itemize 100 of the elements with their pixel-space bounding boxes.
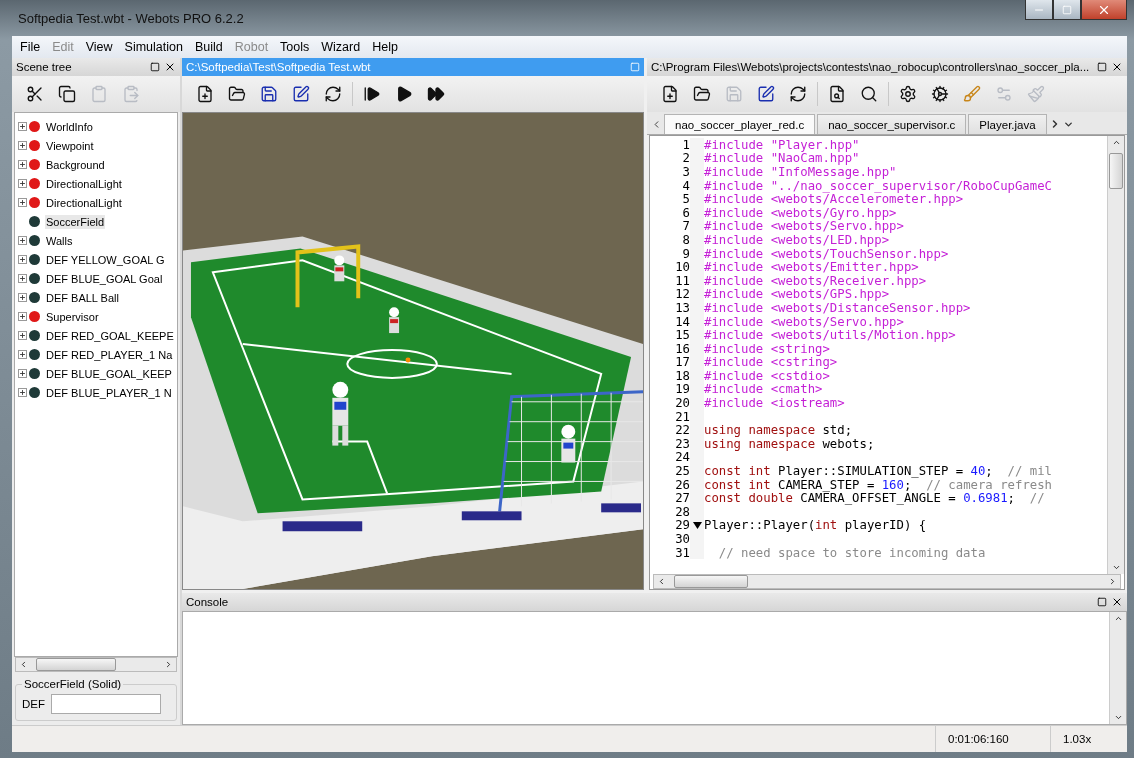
vertical-scrollbar[interactable] (1109, 612, 1126, 724)
window-title: Softpedia Test.wbt - Webots PRO 6.2.2 (18, 10, 245, 26)
expand-icon[interactable] (18, 160, 27, 169)
scroll-right-icon[interactable] (164, 660, 173, 669)
maximize-button[interactable] (1053, 0, 1081, 20)
expand-icon[interactable] (18, 179, 27, 188)
scissors-icon (26, 85, 44, 103)
scrollbar-thumb[interactable] (1109, 153, 1123, 189)
line-number: 30 (674, 532, 690, 546)
scroll-left-icon[interactable] (19, 660, 28, 669)
def-input-field[interactable] (51, 694, 161, 714)
scroll-down-icon[interactable] (1111, 563, 1121, 572)
code-line: Player::Player(int playerID) { (704, 518, 927, 533)
field-label: DEF (22, 698, 45, 710)
scrollbar-thumb[interactable] (674, 575, 748, 588)
vertical-scrollbar[interactable] (1107, 136, 1124, 574)
close-icon[interactable] (1111, 596, 1123, 608)
tree-item[interactable]: Viewpoint (45, 138, 95, 153)
float-icon[interactable] (150, 62, 160, 72)
code-line: #include <webots/Servo.hpp> (704, 219, 904, 234)
tree-item[interactable]: DirectionalLight (45, 195, 123, 210)
code-line: #include <webots/Receiver.hpp> (704, 273, 927, 288)
line-number: 21 (674, 409, 690, 424)
search-icon (860, 85, 878, 103)
refresh-icon (789, 85, 807, 103)
expand-icon[interactable] (18, 293, 27, 302)
fold-icon[interactable] (692, 521, 702, 529)
line-number: 20 (674, 396, 690, 411)
file-tab[interactable]: nao_soccer_supervisor.c (817, 114, 967, 134)
expand-icon[interactable] (18, 122, 27, 131)
save-icon (725, 85, 743, 103)
menu-item[interactable]: File (14, 40, 47, 54)
brush-icon (963, 85, 981, 103)
tree-item[interactable]: DEF RED_GOAL_KEEPE (45, 328, 175, 343)
tree-item[interactable]: DEF BLUE_PLAYER_1 N (45, 385, 173, 400)
line-number: 27 (674, 491, 690, 506)
scroll-left-icon[interactable] (657, 577, 666, 586)
code-line: #include <cstring> (704, 355, 838, 370)
file-tab[interactable]: Player.java (968, 114, 1047, 134)
play-icon (395, 85, 413, 103)
tree-item[interactable]: Walls (45, 233, 74, 248)
line-number: 22 (674, 423, 690, 438)
panel-title: Scene tree (16, 61, 73, 73)
expand-icon[interactable] (18, 141, 27, 150)
expand-icon[interactable] (18, 331, 27, 340)
close-button[interactable] (1081, 0, 1127, 20)
clipboard-arrow-icon (122, 85, 140, 103)
tree-item[interactable]: DEF BLUE_GOAL Goal (45, 271, 164, 286)
tree-item[interactable]: Supervisor (45, 309, 100, 324)
expand-icon[interactable] (18, 369, 27, 378)
file-tab[interactable]: nao_soccer_player_red.c (664, 114, 816, 134)
code-line: #include "NaoCam.hpp" (704, 151, 860, 166)
menu-item[interactable]: Tools (274, 40, 316, 54)
panel-title: C:\Softpedia\Test\Softpedia Test.wbt (186, 61, 372, 73)
menu-item[interactable]: Build (188, 40, 229, 54)
code-line: using namespace webots; (704, 436, 875, 451)
tree-item[interactable]: Background (45, 157, 106, 172)
expand-icon[interactable] (18, 198, 27, 207)
line-number: 26 (674, 477, 690, 492)
scroll-up-icon[interactable] (1111, 138, 1121, 147)
scroll-up-icon[interactable] (1113, 614, 1123, 623)
expand-icon[interactable] (18, 350, 27, 359)
expand-icon[interactable] (18, 312, 27, 321)
tree-item[interactable]: DirectionalLight (45, 176, 123, 191)
horizontal-scrollbar[interactable] (653, 574, 1121, 589)
expand-icon[interactable] (18, 255, 27, 264)
line-number: 31 (674, 545, 690, 560)
line-number: 13 (674, 300, 690, 315)
pen-square-icon (757, 85, 775, 103)
tree-item[interactable]: DEF BLUE_GOAL_KEEP (45, 366, 173, 381)
scrollbar-thumb[interactable] (36, 658, 116, 671)
pen-square-icon (292, 85, 310, 103)
code-line: #include <webots/Servo.hpp> (704, 314, 904, 329)
line-number: 10 (674, 260, 690, 275)
line-number: 17 (674, 355, 690, 370)
scroll-down-icon[interactable] (1113, 713, 1123, 722)
tree-item[interactable]: DEF BALL Ball (45, 290, 120, 305)
code-line: #include <cmath> (704, 382, 823, 397)
line-number: 23 (674, 436, 690, 451)
line-number: 12 (674, 287, 690, 302)
minimize-button[interactable] (1025, 0, 1053, 20)
scroll-right-icon[interactable] (1108, 577, 1117, 586)
close-icon[interactable] (1111, 61, 1123, 73)
float-icon[interactable] (1097, 62, 1107, 72)
tree-item[interactable]: WorldInfo (45, 119, 94, 134)
speed-factor: 1.03x (1050, 726, 1127, 752)
expand-icon[interactable] (18, 274, 27, 283)
expand-icon[interactable] (18, 388, 27, 397)
menu-item[interactable]: View (79, 40, 119, 54)
menu-item[interactable]: Simulation (118, 40, 189, 54)
menu-item[interactable]: Help (366, 40, 404, 54)
horizontal-scrollbar[interactable] (15, 657, 177, 672)
tree-item[interactable]: SoccerField (45, 214, 106, 229)
tree-item[interactable]: DEF YELLOW_GOAL G (45, 252, 166, 267)
menu-item[interactable]: Wizard (315, 40, 367, 54)
close-icon[interactable] (164, 61, 176, 73)
expand-icon[interactable] (18, 236, 27, 245)
float-icon[interactable] (1097, 597, 1107, 607)
line-number: 9 (681, 246, 690, 261)
tree-item[interactable]: DEF RED_PLAYER_1 Na (45, 347, 174, 362)
